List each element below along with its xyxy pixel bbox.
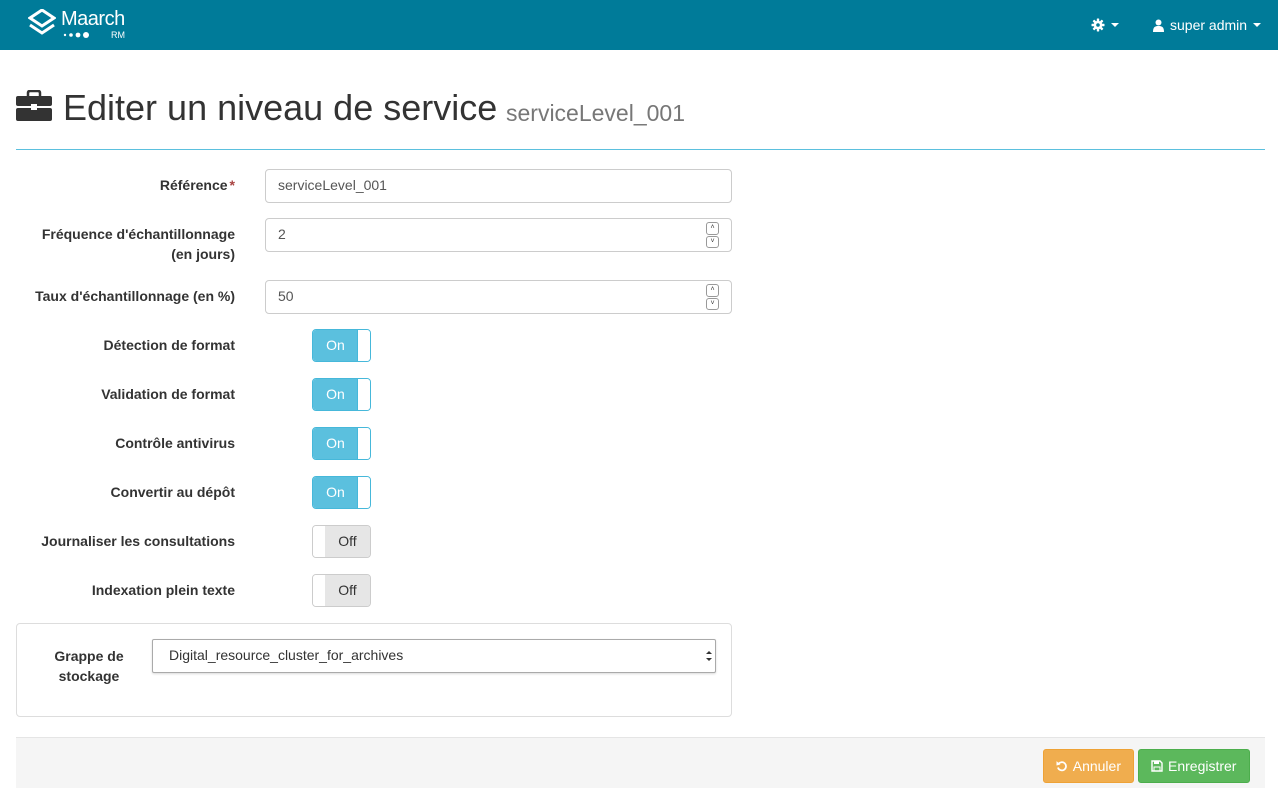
frequence-stepper[interactable]: ˄ ˅ — [706, 222, 719, 248]
toggle-handle — [357, 379, 370, 410]
grappe-label: Grappe de stockage — [54, 648, 124, 684]
toggle-state: On — [313, 330, 358, 361]
toggle-controle-antivirus[interactable]: On — [312, 427, 371, 460]
taux-stepper[interactable]: ˄ ˅ — [706, 284, 719, 310]
select-arrows-icon — [706, 651, 712, 661]
user-name: super admin — [1170, 17, 1248, 33]
maarch-logo[interactable]: Maarch RM — [28, 8, 138, 42]
chevron-down-icon — [1253, 23, 1262, 27]
form-footer: Annuler Enregistrer — [16, 737, 1265, 788]
brand-sub: RM — [111, 30, 125, 40]
toggle-label-antivirus: Contrôle antivirus — [115, 435, 235, 451]
save-button[interactable]: Enregistrer — [1138, 749, 1250, 783]
save-label: Enregistrer — [1168, 758, 1237, 774]
toggle-handle — [357, 428, 370, 459]
required-mark: * — [229, 177, 235, 193]
page-header: Editer un niveau de service serviceLevel… — [16, 84, 1265, 150]
page-title: Editer un niveau de service — [63, 87, 498, 128]
toggle-state: On — [313, 428, 358, 459]
toggle-label-indexation: Indexation plein texte — [91, 582, 235, 598]
toggle-label-validation: Validation de format — [101, 386, 235, 402]
reference-input[interactable]: serviceLevel_001 — [265, 169, 732, 203]
top-navbar: Maarch RM super admin — [0, 0, 1278, 50]
brand-dots-icon — [63, 32, 89, 38]
taux-input[interactable]: 50 ˄ ˅ — [265, 280, 732, 314]
frequence-input[interactable]: 2 ˄ ˅ — [265, 218, 732, 252]
undo-icon — [1056, 761, 1067, 772]
floppy-disk-icon — [1151, 760, 1163, 772]
toggle-state: Off — [325, 575, 370, 606]
gear-icon — [1091, 18, 1105, 32]
toggle-state: Off — [325, 526, 370, 557]
frequence-value: 2 — [278, 226, 286, 242]
toggle-convertir-depot[interactable]: On — [312, 476, 371, 509]
brand-name: Maarch — [61, 8, 125, 30]
toggle-state: On — [313, 477, 358, 508]
toggle-label-detection: Détection de format — [103, 337, 235, 353]
frequence-label: Fréquence d'échantillonnage (en jours) — [41, 226, 235, 262]
chevron-down-icon[interactable]: ˅ — [706, 235, 719, 248]
page-subtitle: serviceLevel_001 — [506, 100, 686, 126]
grappe-select[interactable]: Digital_resource_cluster_for_archives — [152, 639, 716, 673]
chevron-up-icon[interactable]: ˄ — [706, 284, 719, 297]
toggle-validation-format[interactable]: On — [312, 378, 371, 411]
grappe-selected-value: Digital_resource_cluster_for_archives — [169, 647, 404, 663]
toggle-journaliser-consultations[interactable]: Off — [312, 525, 371, 558]
taux-label: Taux d'échantillonnage (en %) — [35, 288, 235, 304]
taux-value: 50 — [278, 288, 294, 304]
settings-menu-toggle[interactable] — [1091, 15, 1119, 35]
toggle-detection-format[interactable]: On — [312, 329, 371, 362]
cancel-button[interactable]: Annuler — [1043, 749, 1134, 783]
cancel-label: Annuler — [1072, 758, 1121, 774]
chevron-down-icon — [1111, 23, 1119, 27]
storage-cluster-panel: Grappe de stockage Digital_resource_clus… — [16, 623, 732, 717]
toggle-state: On — [313, 379, 358, 410]
toggle-label-journaliser: Journaliser les consultations — [41, 533, 235, 549]
user-menu-toggle[interactable]: super admin — [1153, 15, 1262, 35]
reference-value: serviceLevel_001 — [278, 177, 387, 193]
toggle-handle — [357, 330, 370, 361]
chevron-down-icon[interactable]: ˅ — [706, 297, 719, 310]
user-icon — [1153, 19, 1164, 32]
chevron-up-icon[interactable]: ˄ — [706, 222, 719, 235]
briefcase-icon — [16, 90, 52, 121]
toggle-label-convertir: Convertir au dépôt — [110, 484, 235, 500]
toggle-indexation-plein-texte[interactable]: Off — [312, 574, 371, 607]
maarch-logo-mark-icon — [28, 9, 56, 35]
toggle-handle — [357, 477, 370, 508]
reference-label: Référence * — [159, 177, 235, 193]
